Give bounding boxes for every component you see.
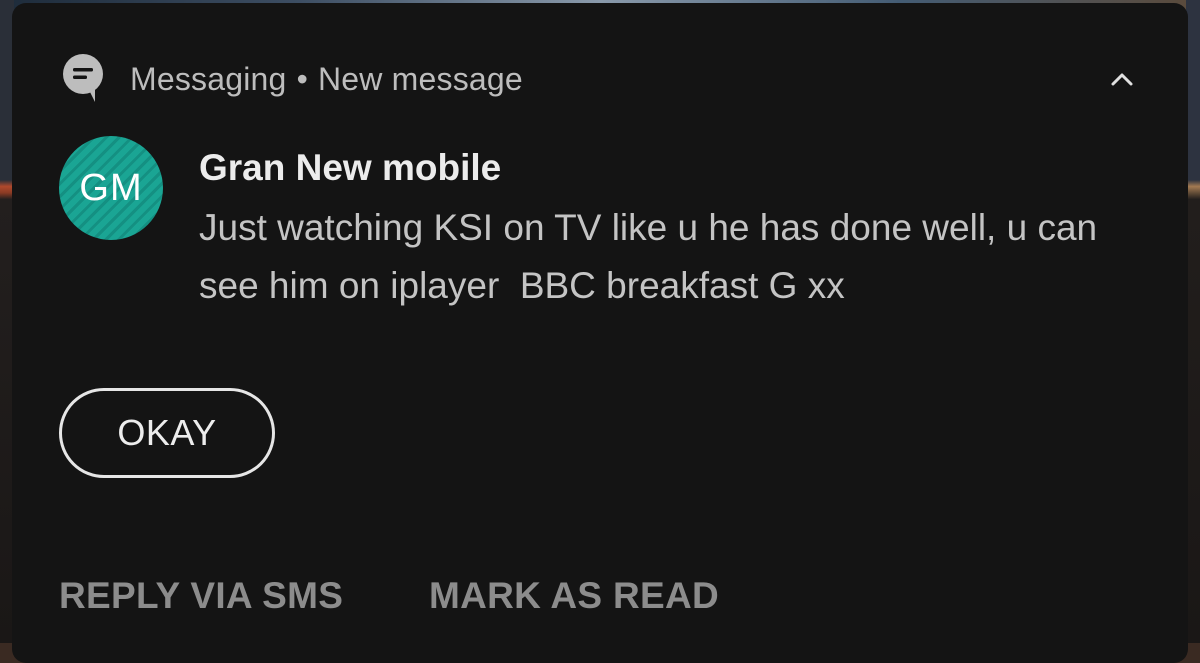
notification-subtitle: New message [317, 60, 523, 97]
notification-header: Messaging • New message [62, 53, 523, 105]
sender-name: Gran New mobile [199, 147, 502, 188]
message-body: Just watching KSI on TV like u he has do… [199, 207, 1108, 306]
avatar-initials: GM [79, 166, 143, 209]
reply-via-sms-button[interactable]: REPLY VIA SMS [59, 575, 343, 617]
header-separator: • [296, 60, 308, 97]
chevron-up-icon [1111, 73, 1133, 86]
smart-reply-okay-button[interactable]: OKAY [59, 388, 275, 478]
smart-reply-label: OKAY [117, 412, 217, 453]
avatar: GM [59, 136, 163, 240]
collapse-button[interactable] [1104, 61, 1140, 97]
mark-as-read-button[interactable]: MARK AS READ [429, 575, 719, 617]
notification-card[interactable]: Messaging • New message GM Gran New mobile… [12, 3, 1188, 663]
message-bubble-icon [63, 54, 103, 102]
notification-header-text: Messaging • New message [130, 61, 523, 98]
background-edge-right [1186, 0, 1200, 643]
app-name: Messaging [130, 60, 287, 97]
